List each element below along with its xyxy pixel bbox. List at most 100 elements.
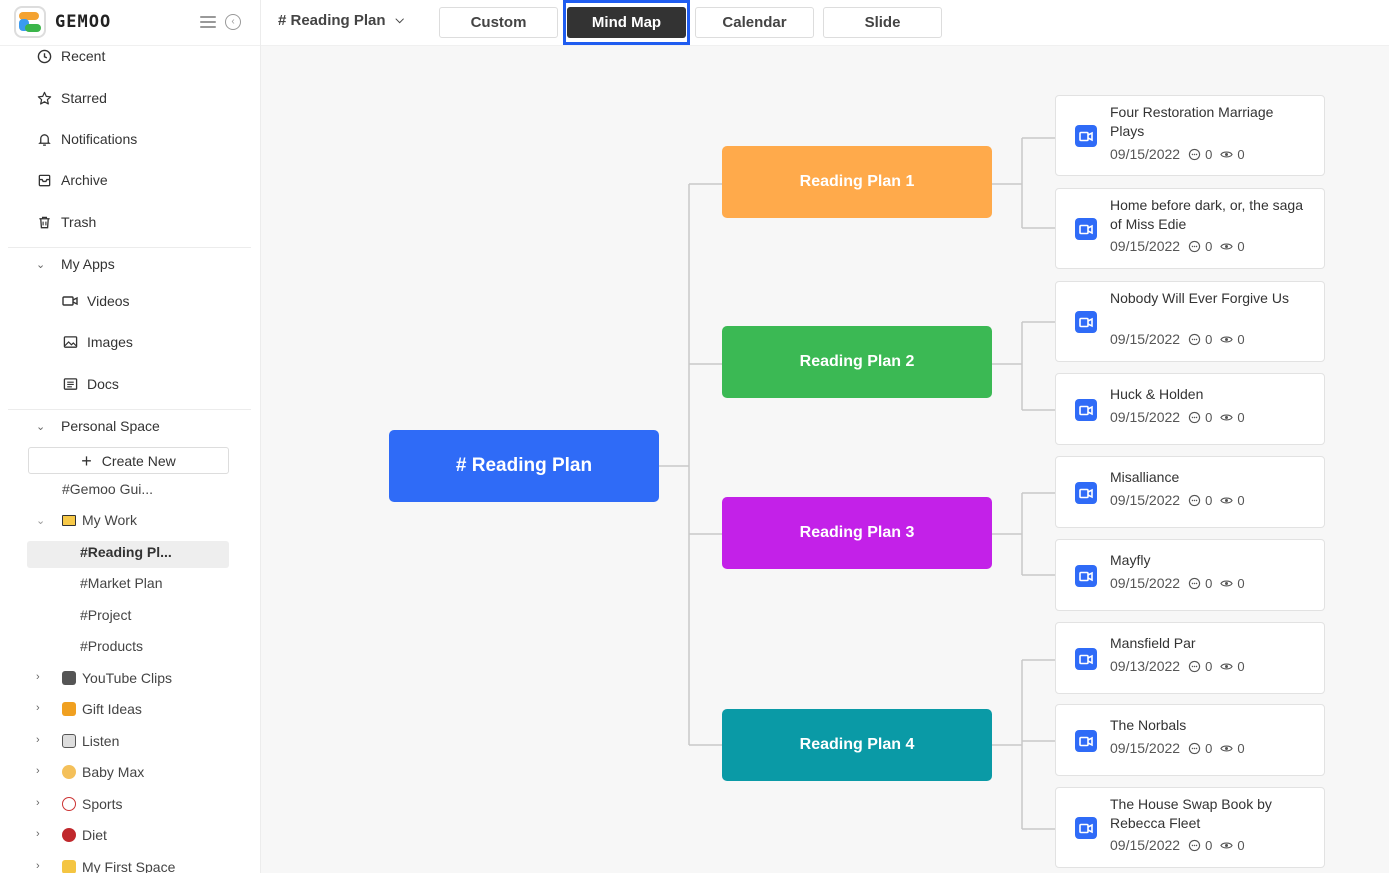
card-meta: 09/15/2022 0 0	[1110, 146, 1245, 162]
app-images[interactable]: Images	[62, 331, 133, 353]
tab-custom[interactable]: Custom	[439, 7, 558, 38]
card-meta: 09/15/2022 0 0	[1110, 740, 1245, 756]
comment-count: 0	[1188, 838, 1212, 853]
view-count: 0	[1220, 659, 1245, 674]
tree-item-my-first-space[interactable]: My First Space	[62, 856, 175, 873]
my-apps-header[interactable]: My Apps	[61, 252, 115, 276]
card-title: Four Restoration Marriage Plays	[1110, 104, 1274, 139]
eye-icon	[1220, 842, 1234, 848]
plus-icon: +	[81, 450, 92, 471]
tree-item-diet[interactable]: Diet	[62, 824, 107, 846]
chevron-right-icon[interactable]: ›	[36, 702, 40, 714]
video-card[interactable]: Home before dark, or, the saga of Miss E…	[1055, 188, 1325, 269]
gift-icon	[62, 702, 76, 716]
plan-node-3[interactable]: Reading Plan 3	[722, 497, 992, 569]
tree-item-project[interactable]: #Project	[80, 604, 131, 626]
chevron-down-icon[interactable]: ⌄	[36, 420, 45, 433]
video-icon	[62, 293, 78, 309]
tab-slide[interactable]: Slide	[823, 7, 942, 38]
eye-icon	[1220, 151, 1234, 157]
comment-icon	[1188, 148, 1201, 160]
mind-map-canvas[interactable]: # Reading Plan Reading Plan 1 Reading Pl…	[261, 46, 1389, 873]
card-title: Huck & Holden	[1110, 386, 1204, 402]
app-videos[interactable]: Videos	[62, 290, 130, 312]
video-card[interactable]: Misalliance 09/15/2022 0 0	[1055, 456, 1325, 528]
nav-label: Starred	[61, 90, 107, 106]
tree-item-gemoo-guide[interactable]: #Gemoo Gui...	[62, 478, 153, 500]
my-apps-label: My Apps	[61, 256, 115, 272]
bell-icon	[36, 131, 52, 147]
video-card[interactable]: Huck & Holden 09/15/2022 0 0	[1055, 373, 1325, 445]
root-label: # Reading Plan	[455, 455, 593, 476]
doc-title: # Reading Plan	[278, 12, 386, 29]
card-date: 09/15/2022	[1110, 238, 1181, 254]
video-icon	[1075, 218, 1097, 240]
tree-item-gift-ideas[interactable]: Gift Ideas	[62, 698, 142, 720]
video-card[interactable]: Four Restoration Marriage Plays 09/15/20…	[1055, 95, 1325, 176]
ball-icon	[62, 797, 76, 811]
menu-icon[interactable]	[200, 14, 216, 30]
chevron-right-icon[interactable]: ›	[36, 734, 40, 746]
nav-label: Trash	[61, 214, 97, 230]
nav-recent[interactable]: Recent	[36, 44, 105, 68]
video-card[interactable]: The House Swap Book by Rebecca Fleet 09/…	[1055, 787, 1325, 868]
star-icon	[36, 90, 52, 106]
card-date: 09/15/2022	[1110, 409, 1181, 425]
doc-title-dropdown[interactable]: # Reading Plan ⌵	[278, 12, 404, 29]
card-title: The Norbals	[1110, 717, 1187, 733]
nav-trash[interactable]: Trash	[36, 210, 96, 234]
eye-icon	[1220, 414, 1234, 420]
video-icon	[1075, 311, 1097, 333]
tree-item-sports[interactable]: Sports	[62, 793, 122, 815]
nav-archive[interactable]: Archive	[36, 168, 108, 192]
video-card[interactable]: Mayfly 09/15/2022 0 0	[1055, 539, 1325, 611]
plan-label: Reading Plan 3	[799, 524, 915, 541]
tab-mind-map[interactable]: Mind Map	[567, 7, 686, 38]
nav-label: Notifications	[61, 131, 138, 147]
personal-space-header[interactable]: Personal Space	[61, 414, 160, 438]
tree-item-listen[interactable]: Listen	[62, 730, 119, 752]
tree-item-market-plan[interactable]: #Market Plan	[80, 572, 162, 594]
view-count: 0	[1220, 147, 1245, 162]
comment-icon	[1188, 660, 1201, 672]
comment-icon	[1188, 333, 1201, 345]
chevron-right-icon[interactable]: ›	[36, 828, 40, 840]
tree-item-youtube-clips[interactable]: YouTube Clips	[62, 667, 172, 689]
nav-label: Archive	[61, 172, 108, 188]
chevron-down-icon[interactable]: ⌄	[36, 514, 45, 527]
tree-item-products[interactable]: #Products	[80, 635, 143, 657]
video-icon	[1075, 730, 1097, 752]
film-icon	[62, 671, 76, 685]
eye-icon	[1220, 663, 1234, 669]
tree-item-my-work[interactable]: My Work	[62, 509, 137, 531]
mindmap-root-node[interactable]: # Reading Plan	[389, 430, 659, 502]
create-new-label: Create New	[101, 452, 176, 469]
card-meta: 09/15/2022 0 0	[1110, 238, 1245, 254]
create-new-button[interactable]: + Create New	[28, 447, 229, 474]
nav-notifications[interactable]: Notifications	[36, 127, 137, 151]
view-count: 0	[1220, 741, 1245, 756]
chevron-right-icon[interactable]: ›	[36, 671, 40, 683]
collapse-sidebar-icon[interactable]: ‹	[225, 14, 241, 30]
plan-node-4[interactable]: Reading Plan 4	[722, 709, 992, 781]
plan-node-1[interactable]: Reading Plan 1	[722, 146, 992, 218]
video-card[interactable]: Nobody Will Ever Forgive Us 09/15/2022 0…	[1055, 281, 1325, 362]
video-card[interactable]: The Norbals 09/15/2022 0 0	[1055, 704, 1325, 776]
tab-calendar[interactable]: Calendar	[695, 7, 814, 38]
gemoo-logo-icon[interactable]	[14, 6, 46, 38]
logo-text[interactable]: GEMOO	[55, 12, 111, 32]
nav-starred[interactable]: Starred	[36, 86, 107, 110]
chevron-right-icon[interactable]: ›	[36, 797, 40, 809]
comment-icon	[1188, 577, 1201, 589]
video-icon	[1075, 399, 1097, 421]
plan-node-2[interactable]: Reading Plan 2	[722, 326, 992, 398]
eye-icon	[1220, 336, 1234, 342]
tree-item-baby-max[interactable]: Baby Max	[62, 761, 144, 783]
app-docs[interactable]: Docs	[62, 373, 119, 395]
tree-item-reading-plan[interactable]: #Reading Pl...	[80, 541, 172, 563]
chevron-down-icon[interactable]: ⌄	[36, 258, 45, 271]
video-card[interactable]: Mansfield Par 09/13/2022 0 0	[1055, 622, 1325, 694]
chevron-right-icon[interactable]: ›	[36, 765, 40, 777]
tree-label: My Work	[82, 512, 137, 528]
chevron-right-icon[interactable]: ›	[36, 860, 40, 872]
